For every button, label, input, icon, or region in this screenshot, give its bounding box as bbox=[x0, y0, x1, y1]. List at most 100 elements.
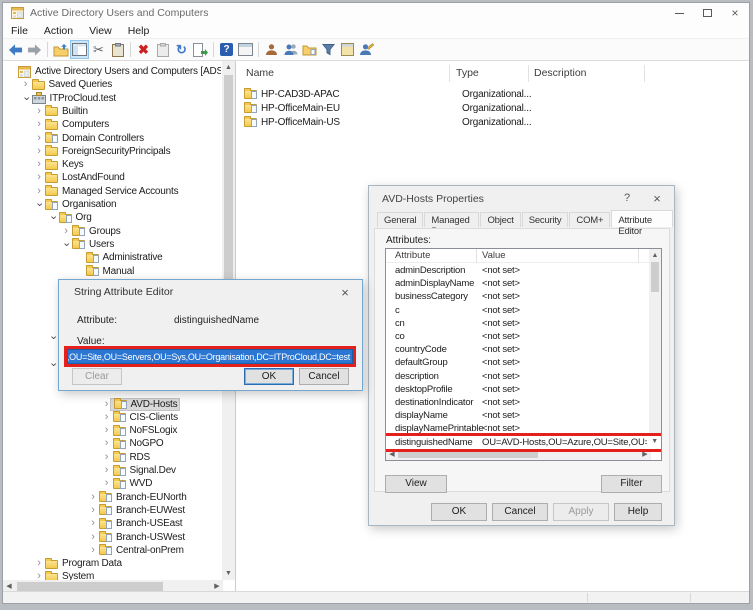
chevron-down-icon[interactable]: › bbox=[47, 333, 58, 343]
chevron-right-icon[interactable]: › bbox=[88, 492, 98, 503]
attr-row-co[interactable]: co<not set> bbox=[386, 330, 649, 343]
column-header-type[interactable]: Type bbox=[456, 67, 479, 79]
tree-item-managed-service-accounts[interactable]: ›Managed Service Accounts bbox=[34, 185, 178, 198]
scroll-left-icon[interactable]: ◀ bbox=[5, 583, 13, 590]
tree-item-lostandfound[interactable]: ›LostAndFound bbox=[34, 171, 125, 184]
scroll-right-icon[interactable]: ▶ bbox=[641, 451, 649, 458]
chevron-right-icon[interactable]: › bbox=[61, 226, 71, 237]
tree-item-manual[interactable]: Manual bbox=[75, 265, 135, 278]
menu-action[interactable]: Action bbox=[36, 25, 81, 37]
chevron-down-icon[interactable]: › bbox=[47, 213, 58, 223]
tree-item-branch-uswest[interactable]: ›Branch-USWest bbox=[88, 531, 185, 544]
delete-icon[interactable]: ✖ bbox=[134, 40, 153, 59]
tree-item-itprocloud-test[interactable]: ›ITProCloud.test bbox=[21, 92, 116, 105]
tree-item-groups[interactable]: ›Groups bbox=[61, 225, 121, 238]
chevron-right-icon[interactable]: › bbox=[88, 545, 98, 556]
scroll-down-icon[interactable]: ▼ bbox=[651, 438, 658, 445]
chevron-right-icon[interactable]: › bbox=[34, 186, 44, 197]
ok-button[interactable]: OK bbox=[431, 503, 487, 521]
paste-icon[interactable] bbox=[108, 40, 127, 59]
attributes-vertical-scrollbar[interactable]: ▲ bbox=[649, 249, 661, 449]
tab-security[interactable]: Security bbox=[522, 212, 569, 227]
clear-button[interactable]: Clear bbox=[72, 368, 122, 385]
chevron-right-icon[interactable]: › bbox=[34, 159, 44, 170]
tree-item-branch-eunorth[interactable]: ›Branch-EUNorth bbox=[88, 491, 187, 504]
attr-row-countrycode[interactable]: countryCode<not set> bbox=[386, 343, 649, 356]
up-one-level-icon[interactable] bbox=[51, 40, 70, 59]
tree-item-domain-controllers[interactable]: ›Domain Controllers bbox=[34, 132, 144, 145]
attr-row-admindisplayname[interactable]: adminDisplayName<not set> bbox=[386, 277, 649, 290]
tree-item-users[interactable]: ›Users bbox=[61, 238, 114, 251]
attributes-horizontal-scrollbar[interactable]: ◀ ▶ bbox=[386, 448, 651, 460]
cancel-button[interactable]: Cancel bbox=[492, 503, 548, 521]
chevron-right-icon[interactable]: › bbox=[34, 571, 44, 580]
minimize-button[interactable] bbox=[665, 3, 693, 23]
tree-item-system[interactable]: ›System bbox=[34, 570, 94, 580]
tree-hscroll-thumb[interactable] bbox=[17, 582, 163, 591]
tree-item-branch-euwest[interactable]: ›Branch-EUWest bbox=[88, 504, 185, 517]
dialog-close-icon[interactable]: × bbox=[336, 284, 354, 300]
tab-object[interactable]: Object bbox=[480, 212, 520, 227]
attr-row-displaynameprintable[interactable]: displayNamePrintable<not set> bbox=[386, 422, 649, 435]
attr-row-desktopprofile[interactable]: desktopProfile<not set> bbox=[386, 383, 649, 396]
tree-item-builtin[interactable]: ›Builtin bbox=[34, 105, 88, 118]
tab-managed-by[interactable]: Managed By bbox=[424, 212, 479, 227]
chevron-down-icon[interactable]: › bbox=[61, 239, 72, 249]
list-item-hp-officemain-us[interactable]: HP-OfficeMain-USOrganizational... bbox=[243, 115, 340, 129]
scroll-up-icon[interactable]: ▲ bbox=[649, 252, 661, 259]
attr-row-admindescription[interactable]: adminDescription<not set> bbox=[386, 264, 649, 277]
attr-row-displayname[interactable]: displayName<not set> bbox=[386, 409, 649, 422]
tree-item-foreignsecurityprincipals[interactable]: ›ForeignSecurityPrincipals bbox=[34, 145, 170, 158]
chevron-right-icon[interactable]: › bbox=[21, 79, 31, 90]
create-ou-icon[interactable] bbox=[300, 40, 319, 59]
tree-item-computers[interactable]: ›Computers bbox=[34, 118, 109, 131]
attr-row-description[interactable]: description<not set> bbox=[386, 370, 649, 383]
menu-file[interactable]: File bbox=[3, 25, 36, 37]
chevron-right-icon[interactable]: › bbox=[102, 412, 112, 423]
tab-com-[interactable]: COM+ bbox=[569, 212, 610, 227]
attr-row-cn[interactable]: cn<not set> bbox=[386, 317, 649, 330]
find-user-icon[interactable] bbox=[357, 40, 376, 59]
chevron-right-icon[interactable]: › bbox=[34, 146, 44, 157]
menu-help[interactable]: Help bbox=[120, 25, 158, 37]
create-user-icon[interactable] bbox=[262, 40, 281, 59]
tree-item-wvd[interactable]: ›WVD bbox=[102, 477, 153, 490]
attr-row-distinguishedname[interactable]: distinguishedNameOU=AVD-Hosts,OU=Azure,O… bbox=[386, 436, 661, 449]
filter-button[interactable]: Filter bbox=[601, 475, 662, 493]
chevron-right-icon[interactable]: › bbox=[88, 532, 98, 543]
chevron-right-icon[interactable]: › bbox=[88, 505, 98, 516]
cut-icon[interactable]: ✂ bbox=[89, 40, 108, 59]
chevron-right-icon[interactable]: › bbox=[88, 518, 98, 529]
scroll-up-icon[interactable]: ▲ bbox=[222, 64, 235, 71]
attr-col-attribute[interactable]: Attribute bbox=[395, 250, 430, 261]
refresh-icon[interactable]: ↻ bbox=[172, 40, 191, 59]
tree-item-avd-hosts[interactable]: ›AVD-Hosts bbox=[102, 398, 181, 411]
tree-item-administrative[interactable]: Administrative bbox=[75, 251, 163, 264]
list-item-hp-cad3d-apac[interactable]: HP-CAD3D-APACOrganizational... bbox=[243, 87, 339, 101]
tree-item-rds[interactable]: ›RDS bbox=[102, 451, 151, 464]
tab-attribute-editor[interactable]: Attribute Editor bbox=[611, 210, 673, 227]
chevron-right-icon[interactable]: › bbox=[102, 438, 112, 449]
chevron-right-icon[interactable]: › bbox=[102, 452, 112, 463]
tree-item-nofslogix[interactable]: ›NoFSLogix bbox=[102, 424, 178, 437]
tree-item-central-onprem[interactable]: ›Central-onPrem bbox=[88, 544, 184, 557]
chevron-down-icon[interactable]: › bbox=[47, 359, 58, 369]
chevron-right-icon[interactable]: › bbox=[34, 133, 44, 144]
attr-vscroll-thumb[interactable] bbox=[651, 262, 659, 292]
tree-item-program-data[interactable]: ›Program Data bbox=[34, 557, 122, 570]
show-console-tree-icon[interactable] bbox=[70, 40, 89, 59]
close-button[interactable]: × bbox=[721, 3, 749, 23]
dialog-close-icon[interactable]: × bbox=[644, 186, 670, 210]
tree-item-branch-useast[interactable]: ›Branch-USEast bbox=[88, 517, 182, 530]
help-button[interactable]: Help bbox=[614, 503, 662, 521]
column-header-name[interactable]: Name bbox=[246, 67, 274, 79]
value-input[interactable]: =Azure,OU=Site,OU=Servers,OU=Sys,OU=Orga… bbox=[67, 349, 353, 364]
filter-options-icon[interactable] bbox=[338, 40, 357, 59]
tree-item-nogpo[interactable]: ›NoGPO bbox=[102, 437, 164, 450]
attr-col-value[interactable]: Value bbox=[482, 250, 506, 261]
tree-item-saved-queries[interactable]: ›Saved Queries bbox=[21, 78, 113, 91]
forward-icon[interactable] bbox=[25, 40, 44, 59]
tab-general[interactable]: General bbox=[377, 212, 423, 227]
attr-row-c[interactable]: c<not set> bbox=[386, 304, 649, 317]
chevron-right-icon[interactable]: › bbox=[102, 425, 112, 436]
